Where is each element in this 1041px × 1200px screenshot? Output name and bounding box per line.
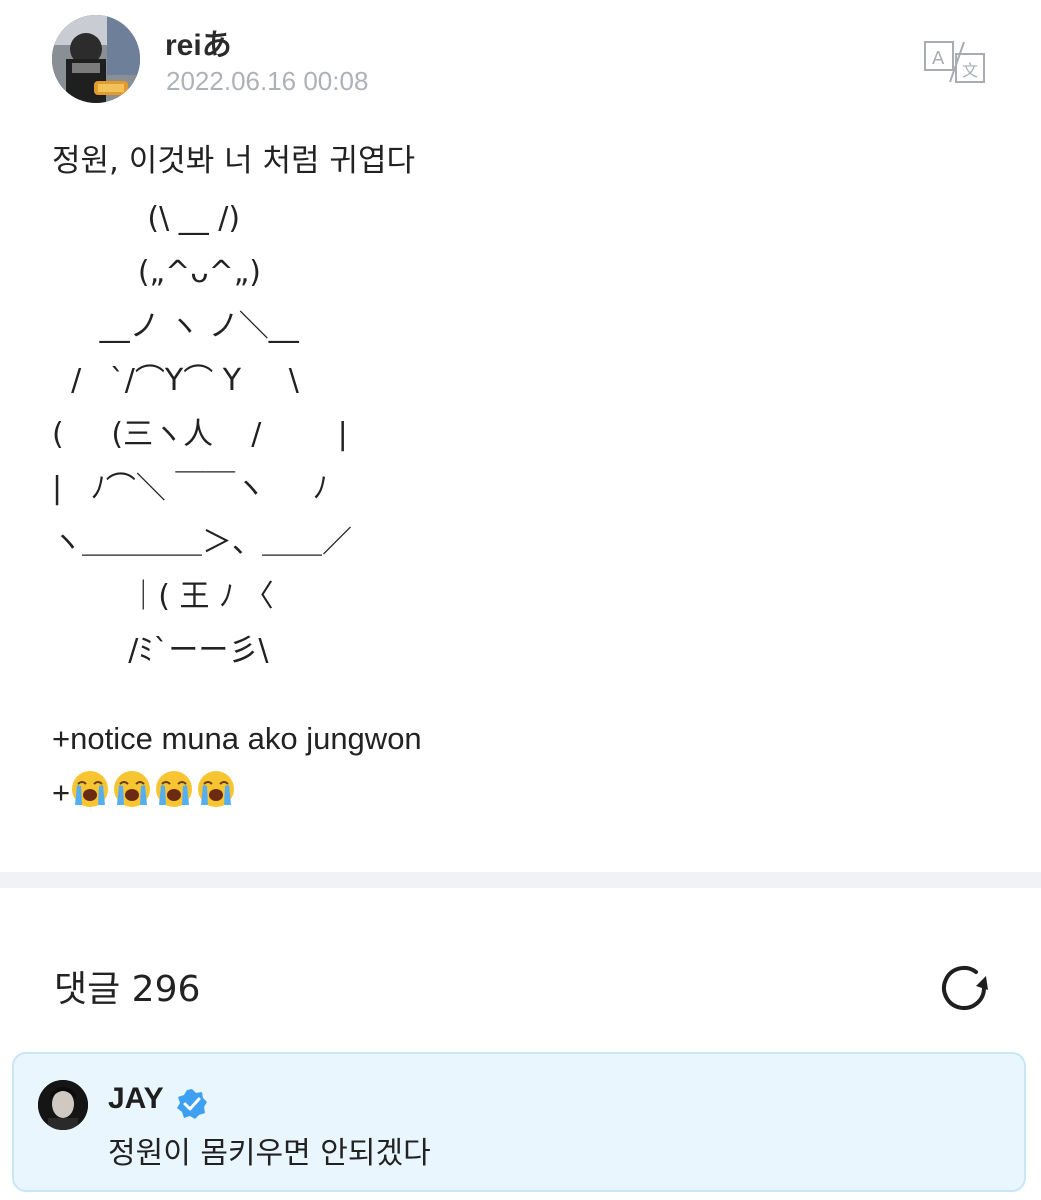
post-timestamp: 2022.06.16 00:08 — [166, 66, 369, 96]
post-header: reiあ 2022.06.16 00:08 A 文 — [0, 0, 1041, 120]
refresh-icon[interactable] — [936, 958, 996, 1018]
post-body: 정원, 이것봐 너 처럼 귀엽다 (\ __ /) („^ᴗ^„) __ノ ヽ … — [52, 140, 992, 678]
author-name[interactable]: reiあ — [165, 20, 232, 64]
comment-text: 정원이 몸키우면 안되겠다 — [108, 1136, 431, 1171]
comments-title: 댓글 296 — [54, 969, 201, 1010]
post-text: 정원, 이것봐 너 처럼 귀엽다 — [52, 143, 415, 179]
comment-card[interactable]: JAY 정원이 몸키우면 안되겠다 — [12, 1052, 1026, 1192]
commenter-avatar[interactable] — [38, 1080, 88, 1130]
commenter-name[interactable]: JAY — [108, 1082, 164, 1116]
crying-face-icon — [114, 771, 151, 807]
author-avatar[interactable] — [52, 15, 140, 103]
section-divider — [0, 872, 1041, 888]
verified-badge-icon — [176, 1088, 208, 1120]
emoji-prefix: + — [52, 775, 71, 810]
notice-line: +notice muna ako jungwon — [52, 721, 422, 756]
post-notice: +notice muna ako jungwon + — [52, 712, 422, 820]
crying-face-icon — [156, 771, 193, 807]
translate-icon[interactable]: A 文 — [920, 40, 990, 84]
emoji-line: + — [52, 766, 422, 820]
ascii-art: (\ __ /) („^ᴗ^„) __ノ ヽ ノ＼__ / `/⌒Y⌒ Y \ … — [52, 201, 352, 668]
svg-text:A: A — [932, 48, 945, 69]
crying-face-icon — [198, 771, 235, 807]
crying-face-icon — [72, 771, 109, 807]
emoji-row — [70, 771, 238, 810]
svg-text:文: 文 — [962, 61, 978, 80]
